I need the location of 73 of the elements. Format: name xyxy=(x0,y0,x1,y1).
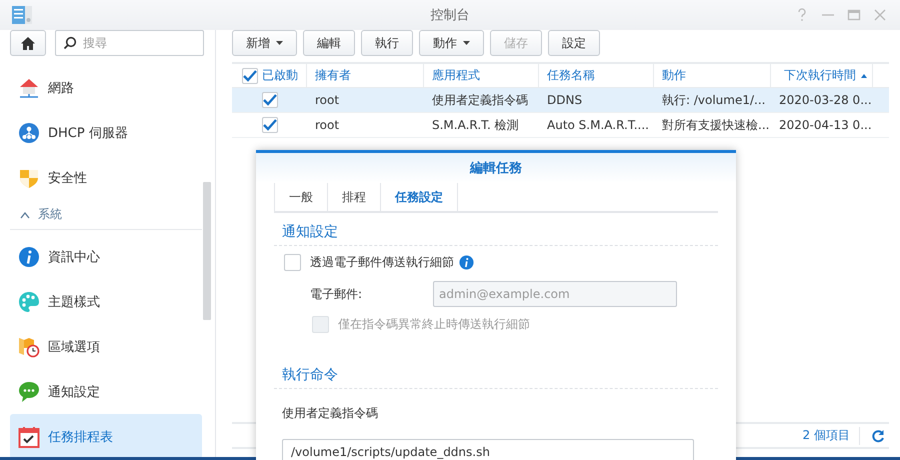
checkbox-label: 僅在指令碼異常終止時傳送執行細節 xyxy=(338,316,530,332)
scrollbar[interactable] xyxy=(203,182,211,320)
table-cell: 2020-03-28 0... xyxy=(779,93,872,107)
sidebar-item[interactable]: 主題樣式 xyxy=(10,279,202,324)
toolbar-button[interactable]: 執行 xyxy=(361,30,413,56)
column-header[interactable]: 任務名稱 xyxy=(547,67,595,84)
row-checkbox[interactable] xyxy=(262,92,278,108)
sidebar-item[interactable]: 任務排程表 xyxy=(10,414,202,459)
toolbar-button[interactable]: 編輯 xyxy=(303,30,355,56)
checkbox-label: 透過電子郵件傳送執行細節 xyxy=(310,254,454,270)
section-label: 系統 xyxy=(38,206,62,223)
checkbox[interactable] xyxy=(284,254,301,270)
column-header[interactable]: 擁有者 xyxy=(315,67,351,84)
chat-bubble-icon xyxy=(18,380,40,402)
table-cell: Auto S.M.A.R.T.... xyxy=(547,118,649,132)
search-field[interactable]: 搜尋 xyxy=(55,30,204,56)
search-icon xyxy=(63,36,77,50)
maximize-icon[interactable] xyxy=(846,7,862,23)
home-button[interactable] xyxy=(10,30,46,56)
column-header[interactable]: 已啟動 xyxy=(262,67,298,84)
tab[interactable]: 一般 xyxy=(274,183,327,211)
table-cell: root xyxy=(315,118,340,132)
section-header[interactable]: 系統 xyxy=(10,200,202,230)
network-icon xyxy=(18,122,40,144)
table-cell: S.M.A.R.T. 檢測 xyxy=(432,116,519,134)
table-cell: DDNS xyxy=(547,93,582,107)
table-cell: 執行: /volume1/... xyxy=(662,92,766,108)
tab[interactable]: 排程 xyxy=(327,183,380,211)
sidebar-item[interactable]: 網路 xyxy=(10,65,202,110)
table-cell: 2020-04-13 0... xyxy=(779,118,872,132)
table-cell: root xyxy=(315,93,340,107)
sidebar-item[interactable]: 資訊中心 xyxy=(10,234,202,279)
map-clock-icon xyxy=(18,336,40,358)
sidebar-item[interactable]: DHCP 伺服器 xyxy=(10,110,202,155)
collapse-caret-icon xyxy=(20,210,30,218)
house-icon xyxy=(18,76,40,98)
calendar-icon xyxy=(18,426,40,448)
script-field[interactable]: /volume1/scripts/update_ddns.sh xyxy=(282,439,694,460)
row-checkbox[interactable] xyxy=(262,117,278,133)
field-label: 電子郵件: xyxy=(309,286,364,302)
table-row[interactable]: root S.M.A.R.T. 檢測 Auto S.M.A.R.T.... 對所有支援快速檢... 2020-04-13 0... xyxy=(232,113,889,138)
tab[interactable]: 任務設定 xyxy=(380,183,458,211)
sidebar-item[interactable]: 安全性 xyxy=(10,155,202,200)
toolbar-button[interactable]: 設定 xyxy=(548,30,600,56)
column-header[interactable]: 下次執行時間 xyxy=(784,67,867,84)
sort-arrow-icon xyxy=(861,74,867,78)
column-header[interactable]: 動作 xyxy=(662,67,686,84)
section-heading: 通知設定 xyxy=(274,213,718,246)
info-icon[interactable] xyxy=(459,254,474,270)
header-checkbox[interactable] xyxy=(242,68,258,84)
column-header[interactable]: 應用程式 xyxy=(432,67,480,84)
table-row[interactable]: root 使用者定義指令碼 DDNS 執行: /volume1/... 2020-03-28 0... xyxy=(232,88,889,113)
palette-icon xyxy=(18,290,40,312)
close-icon[interactable] xyxy=(872,7,888,23)
table-cell: 對所有支援快速檢... xyxy=(662,116,770,134)
refresh-icon[interactable] xyxy=(871,428,885,442)
toolbar-button[interactable]: 動作 xyxy=(419,30,484,56)
app-icon xyxy=(11,4,33,26)
section-heading: 執行命令 xyxy=(274,356,718,389)
sidebar-item[interactable]: 通知設定 xyxy=(10,369,202,414)
toolbar-button[interactable]: 新增 xyxy=(232,30,297,56)
item-count: 2 個項目 xyxy=(802,426,860,444)
info-icon xyxy=(18,246,40,268)
table-cell: 使用者定義指令碼 xyxy=(432,92,528,108)
dialog-title: 編輯任務 xyxy=(470,160,522,177)
home-icon xyxy=(20,36,36,50)
checkmark-icon xyxy=(263,94,277,106)
field-label: 使用者定義指令碼 xyxy=(282,406,378,420)
window-title: 控制台 xyxy=(430,8,470,23)
checkmark-icon xyxy=(243,70,257,82)
sidebar-item[interactable]: 區域選項 xyxy=(10,324,202,369)
checkmark-icon xyxy=(263,119,277,131)
email-field[interactable]: admin@example.com xyxy=(433,281,677,307)
